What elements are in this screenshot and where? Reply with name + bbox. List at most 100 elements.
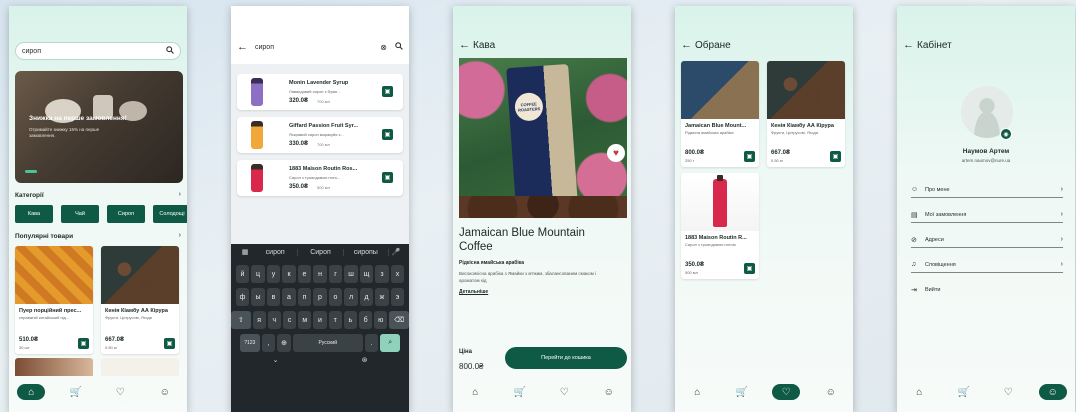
keyboard-key[interactable]: й [235,265,250,283]
category-chip-sweets[interactable]: Солодощі [153,205,187,223]
back-arrow-icon[interactable]: ← [903,39,917,51]
keyboard-key[interactable]: ф [235,288,250,306]
nav-favorites-icon[interactable]: ♡ [772,384,801,400]
nav-home-icon[interactable]: ⌂ [905,384,933,400]
category-chip-coffee[interactable]: Кава [15,205,53,223]
back-arrow-icon[interactable]: ← [459,39,473,51]
backspace-key-icon[interactable]: ⌫ [389,311,409,329]
search-result-card[interactable]: Giffard Passion Fruit Syr... Яскравий си… [237,117,403,153]
keyboard-key[interactable]: щ [359,265,374,283]
search-icon[interactable] [166,46,174,56]
nav-favorites-icon[interactable]: ♡ [106,384,134,400]
menu-item-addresses[interactable]: ⊘ Адреси › [911,232,1063,248]
popular-more-icon[interactable]: › [179,232,181,239]
search-icon[interactable] [395,42,403,52]
keyboard-key[interactable]: ь [343,311,357,329]
nav-home-icon[interactable]: ⌂ [461,384,489,400]
keyboard-switch-icon[interactable]: ⊛ [362,356,368,364]
suggestion-item[interactable]: сироп [253,248,299,256]
keyboard-key[interactable]: с [282,311,297,329]
keyboard-grid-icon[interactable]: ▦ [237,248,253,256]
keyboard-key[interactable]: в [266,288,281,306]
search-key-icon[interactable]: ⌕ [380,334,401,352]
search-query-input[interactable]: сироп [255,44,380,51]
microphone-icon[interactable]: 🎤 [389,248,403,256]
keyboard-key[interactable]: д [359,288,374,306]
keyboard-key[interactable]: ч [267,311,281,329]
nav-home-icon[interactable]: ⌂ [683,384,711,400]
keyboard-key[interactable]: н [313,265,327,283]
keyboard-key[interactable]: е [297,265,312,283]
favorite-card[interactable]: Jamaican Blue Mount... Рідкісна ямайська… [681,61,759,167]
categories-more-icon[interactable]: › [179,191,181,198]
nav-cart-icon[interactable]: 🛒 [62,384,90,400]
keyboard-key[interactable]: э [390,288,405,306]
nav-profile-icon[interactable]: ☺ [817,384,845,400]
globe-icon[interactable]: ⊕ [277,334,291,352]
promo-banner[interactable]: Знижка на перше замовлення! Отримайте зн… [15,71,183,183]
favorite-heart-icon[interactable]: ♥ [607,144,625,162]
suggestion-item[interactable]: сиропы [344,248,389,256]
nav-profile-icon[interactable]: ☺ [595,384,623,400]
add-to-cart-button[interactable]: ▣ [78,338,89,349]
keyboard-key[interactable]: л [344,288,358,306]
keyboard-key[interactable]: ж [375,288,389,306]
camera-icon[interactable]: ◉ [1000,128,1012,140]
favorite-card[interactable]: 1883 Maison Routin R... Сироп з трояндов… [681,173,759,279]
add-to-cart-button[interactable]: ▣ [382,129,393,140]
space-key[interactable]: Русский [292,334,363,352]
nav-cart-icon[interactable]: 🛒 [506,384,534,400]
menu-item-logout[interactable]: ⇥ Вийти [911,282,1063,298]
add-to-cart-button[interactable]: ▣ [744,151,755,162]
keyboard-key[interactable]: г [328,265,343,283]
back-arrow-icon[interactable]: ← [681,39,695,51]
keyboard-key[interactable]: ш [344,265,358,283]
product-card[interactable]: Пуер порційний прес... справжній китайсь… [15,246,93,354]
period-key[interactable]: . [364,334,379,352]
keyboard-key[interactable]: я [252,311,266,329]
add-to-cart-button[interactable]: ▣ [744,263,755,274]
nav-home-icon[interactable]: ⌂ [17,384,46,400]
menu-item-about[interactable]: ☺ Про мене › [911,182,1063,198]
add-to-cart-button[interactable]: ▣ [164,338,175,349]
search-result-card[interactable]: 1883 Maison Routin Ros... Сироп з троянд… [237,160,403,196]
suggestion-item[interactable]: Сироп [298,248,344,256]
menu-item-orders[interactable]: ▤ Мої замовлення › [911,207,1063,223]
keyboard-key[interactable]: ы [251,288,265,306]
keyboard-key[interactable]: з [375,265,389,283]
menu-item-notifications[interactable]: ♫ Сповіщення › [911,257,1063,273]
keyboard-key[interactable]: п [297,288,312,306]
favorite-card[interactable]: Кенія Кіамбу АА Кірура Фрукти, Цитрусові… [767,61,845,167]
keyboard-key[interactable]: ю [374,311,388,329]
comma-key[interactable]: , [261,334,276,352]
nav-cart-icon[interactable]: 🛒 [950,384,978,400]
keyboard-key[interactable]: т [328,311,342,329]
add-to-cart-button[interactable]: ▣ [382,172,393,183]
search-input[interactable]: сироп [15,42,181,60]
nav-profile-icon[interactable]: ☺ [151,384,179,400]
keyboard-key[interactable]: б [359,311,373,329]
details-link[interactable]: Детальніше [459,289,488,295]
nav-profile-icon[interactable]: ☺ [1038,384,1067,400]
keyboard-key[interactable]: к [282,265,296,283]
add-to-cart-button[interactable]: ▣ [830,151,841,162]
back-arrow-icon[interactable]: ← [237,41,251,53]
clear-icon[interactable]: ⊗ [380,43,387,52]
keyboard-key[interactable]: р [313,288,327,306]
add-to-cart-button[interactable]: ▣ [382,86,393,97]
keyboard-key[interactable]: о [328,288,343,306]
nav-favorites-icon[interactable]: ♡ [550,384,578,400]
nav-cart-icon[interactable]: 🛒 [728,384,756,400]
keyboard-key[interactable]: ц [251,265,265,283]
category-chip-syrup[interactable]: Сироп [107,205,145,223]
product-card[interactable]: Кенія Кіамбу АА Кірура Фрукти, Цитрусові… [101,246,179,354]
keyboard-key[interactable]: х [390,265,405,283]
keyboard-key[interactable]: у [266,265,281,283]
nav-favorites-icon[interactable]: ♡ [994,384,1022,400]
shift-key-icon[interactable]: ⇧ [231,311,251,329]
go-to-cart-button[interactable]: Перейти до кошика [505,347,627,369]
numbers-key[interactable]: ?123 [239,334,260,352]
keyboard-key[interactable]: а [282,288,296,306]
category-chip-tea[interactable]: Чай [61,205,99,223]
hide-keyboard-icon[interactable]: ⌄ [273,356,279,364]
